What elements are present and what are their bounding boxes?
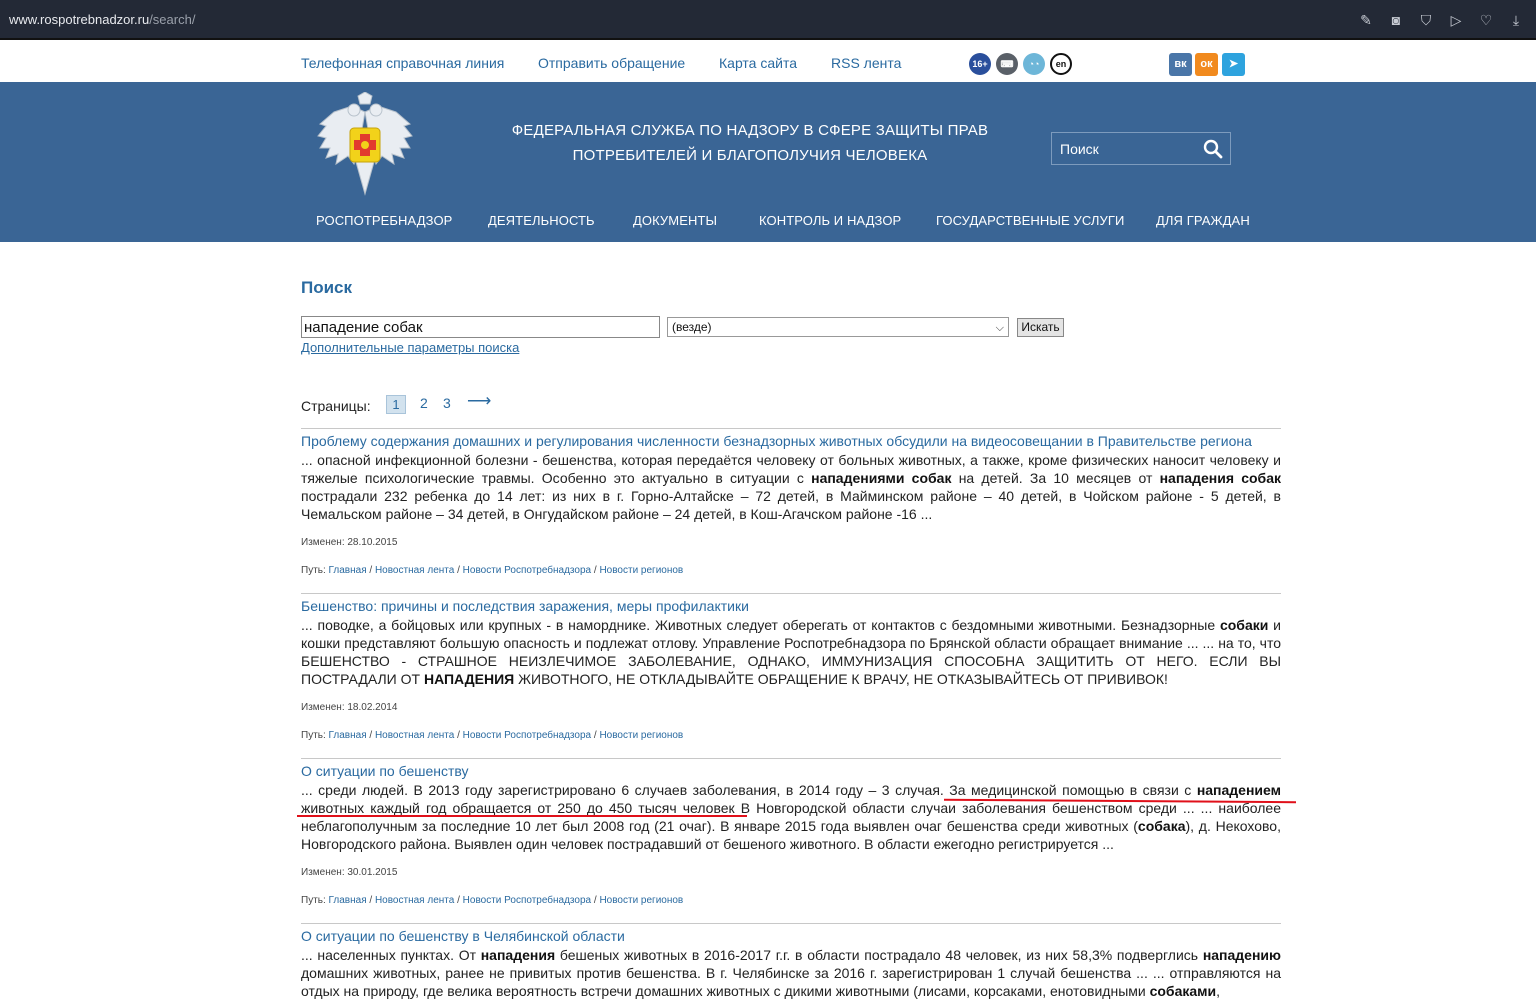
age-rating-badge: 16+	[969, 53, 991, 75]
result-snippet: ... поводке, а бойцовых или крупных - в …	[301, 617, 1281, 687]
path-link-rpn-news[interactable]: Новости Роспотребнадзора	[463, 565, 591, 576]
nav-rospotrebnadzor[interactable]: РОСПОТРЕБНАДЗОР	[316, 213, 452, 228]
play-icon[interactable]: ▷	[1446, 10, 1466, 30]
result-path: Путь: Главная / Новостная лента / Новост…	[301, 895, 684, 906]
pager-label: Страницы:	[301, 398, 371, 414]
path-link-news[interactable]: Новостная лента	[375, 730, 454, 741]
camera-icon[interactable]: ◙	[1386, 10, 1406, 30]
path-link-rpn-news[interactable]: Новости Роспотребнадзора	[463, 895, 591, 906]
page-3-link[interactable]: 3	[443, 395, 451, 411]
header-search-input[interactable]	[1060, 140, 1200, 158]
path-label: Путь:	[301, 565, 326, 576]
result-path: Путь: Главная / Новостная лента / Новост…	[301, 730, 684, 741]
accessibility-glasses-icon[interactable]: ◔◔	[1023, 53, 1045, 75]
nav-services[interactable]: ГОСУДАРСТВЕННЫЕ УСЛУГИ	[936, 213, 1124, 228]
nav-citizens[interactable]: ДЛЯ ГРАЖДАН	[1156, 213, 1250, 228]
search-icon[interactable]	[1202, 138, 1224, 160]
result-modified-date: Изменен: 30.01.2015	[301, 867, 398, 878]
next-page-arrow-icon[interactable]: ⟶	[467, 391, 491, 411]
vk-icon[interactable]: вк	[1169, 53, 1192, 76]
nav-control[interactable]: КОНТРОЛЬ И НАДЗОР	[759, 213, 901, 228]
edit-icon[interactable]: ✎	[1356, 10, 1376, 30]
annotation-underline	[297, 815, 747, 817]
page-2-link[interactable]: 2	[420, 395, 428, 411]
heart-icon[interactable]: ♡	[1476, 10, 1496, 30]
search-submit-button[interactable]: Искать	[1017, 318, 1064, 337]
result-path: Путь: Главная / Новостная лента / Новост…	[301, 565, 684, 576]
result-title-link[interactable]: О ситуации по бешенству	[301, 762, 1281, 780]
hotline-link[interactable]: Телефонная справочная линия	[301, 55, 504, 71]
path-link-home[interactable]: Главная	[329, 730, 367, 741]
path-label: Путь:	[301, 730, 326, 741]
shield-icon[interactable]: ⛉	[1416, 10, 1436, 30]
nav-documents[interactable]: ДОКУМЕНТЫ	[633, 213, 717, 228]
path-link-news[interactable]: Новостная лента	[375, 565, 454, 576]
path-link-news[interactable]: Новостная лента	[375, 895, 454, 906]
search-result: Бешенство: причины и последствия заражен…	[301, 593, 1281, 741]
path-link-home[interactable]: Главная	[329, 565, 367, 576]
main-nav: РОСПОТРЕБНАДЗОР ДЕЯТЕЛЬНОСТЬ ДОКУМЕНТЫ К…	[0, 213, 1536, 237]
search-scope-select[interactable]: (везде) ⌵	[667, 317, 1009, 337]
search-scope-value: (везде)	[672, 320, 712, 334]
path-link-region-news[interactable]: Новости регионов	[599, 895, 683, 906]
result-modified-date: Изменен: 28.10.2015	[301, 537, 398, 548]
result-title-link[interactable]: Проблему содержания домашних и регулиров…	[301, 432, 1281, 450]
path-link-region-news[interactable]: Новости регионов	[599, 730, 683, 741]
page-title: Поиск	[301, 278, 353, 297]
result-title-link[interactable]: Бешенство: причины и последствия заражен…	[301, 597, 1281, 615]
search-result: О ситуации по бешенству в Челябинской об…	[301, 923, 1281, 1000]
browser-toolbar: www.rospotrebnadzor.ru/search/ ✎ ◙ ⛉ ▷ ♡…	[0, 0, 1536, 40]
path-link-home[interactable]: Главная	[329, 895, 367, 906]
odnoklassniki-icon[interactable]: ок	[1195, 53, 1218, 76]
result-snippet: ... среди людей. В 2013 году зарегистрир…	[301, 782, 1281, 852]
result-modified-date: Изменен: 18.02.2014	[301, 702, 398, 713]
emblem-logo[interactable]	[314, 92, 416, 200]
search-query-input[interactable]	[301, 316, 660, 338]
path-link-rpn-news[interactable]: Новости Роспотребнадзора	[463, 730, 591, 741]
site-header: ФЕДЕРАЛЬНАЯ СЛУЖБА ПО НАДЗОРУ В СФЕРЕ ЗА…	[0, 82, 1536, 242]
telegram-icon[interactable]: ➤	[1222, 53, 1245, 76]
result-title-link[interactable]: О ситуации по бешенству в Челябинской об…	[301, 927, 1281, 945]
header-search	[1051, 132, 1231, 165]
search-result: О ситуации по бешенству ... среди людей.…	[301, 758, 1281, 906]
url-host: www.rospotrebnadzor.ru	[9, 12, 150, 27]
result-snippet: ... опасной инфекционной болезни - бешен…	[301, 452, 1281, 522]
send-appeal-link[interactable]: Отправить обращение	[538, 55, 685, 71]
agency-title: ФЕДЕРАЛЬНАЯ СЛУЖБА ПО НАДЗОРУ В СФЕРЕ ЗА…	[480, 118, 1020, 168]
page-1-current: 1	[386, 395, 406, 414]
url-path: /search/	[149, 12, 196, 27]
advanced-search-link[interactable]: Дополнительные параметры поиска	[301, 340, 519, 355]
result-snippet: ... населенных пунктах. От нападения беш…	[301, 947, 1281, 999]
download-icon[interactable]: ⤓	[1506, 10, 1526, 30]
path-link-region-news[interactable]: Новости регионов	[599, 565, 683, 576]
search-result: Проблему содержания домашних и регулиров…	[301, 428, 1281, 576]
sitemap-link[interactable]: Карта сайта	[719, 55, 797, 71]
english-version-link[interactable]: en	[1050, 53, 1072, 75]
rss-link[interactable]: RSS лента	[831, 55, 901, 71]
agency-title-line2: ПОТРЕБИТЕЛЕЙ И БЛАГОПОЛУЧИЯ ЧЕЛОВЕКА	[572, 147, 928, 164]
chevron-down-icon: ⌵	[995, 322, 1004, 334]
path-label: Путь:	[301, 895, 326, 906]
agency-title-line1: ФЕДЕРАЛЬНАЯ СЛУЖБА ПО НАДЗОРУ В СФЕРЕ ЗА…	[511, 122, 989, 139]
keyboard-icon[interactable]: ⌨	[996, 53, 1018, 75]
nav-activity[interactable]: ДЕЯТЕЛЬНОСТЬ	[488, 213, 595, 228]
browser-actions: ✎ ◙ ⛉ ▷ ♡ ⤓	[1356, 10, 1526, 30]
address-bar[interactable]: www.rospotrebnadzor.ru/search/	[9, 12, 195, 27]
